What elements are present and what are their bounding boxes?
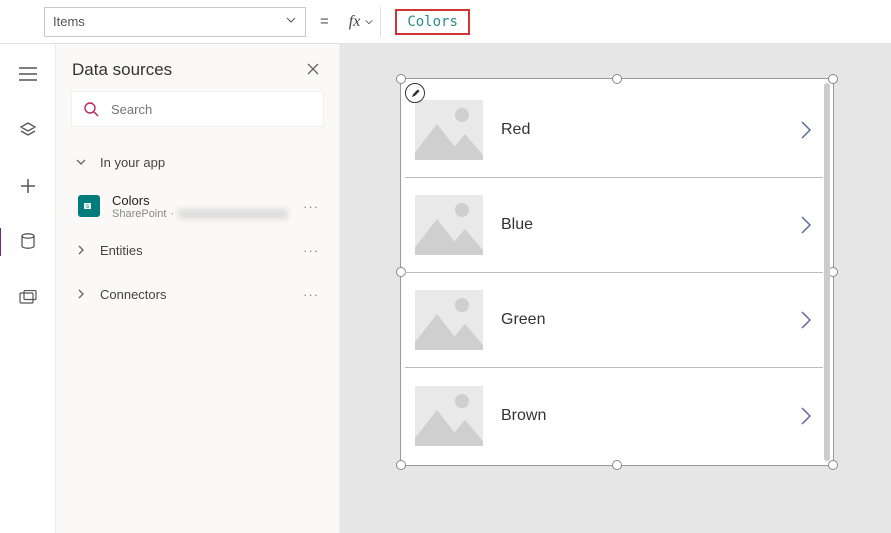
close-icon xyxy=(307,63,319,75)
formula-text: Colors xyxy=(395,9,470,35)
formula-input[interactable]: Colors xyxy=(391,7,883,37)
datasource-name: Colors xyxy=(112,193,289,208)
image-placeholder-icon xyxy=(415,195,483,255)
rail-data[interactable] xyxy=(12,226,44,258)
gallery-item[interactable]: Brown xyxy=(405,368,823,461)
section-label: In your app xyxy=(100,155,323,170)
rail-add[interactable] xyxy=(12,170,44,202)
fx-button[interactable]: fx xyxy=(343,7,382,37)
search-input[interactable] xyxy=(109,101,312,118)
more-button[interactable]: ··· xyxy=(299,287,323,302)
section-label: Entities xyxy=(100,243,289,258)
item-title: Red xyxy=(501,121,781,139)
rail-tree-view[interactable] xyxy=(12,58,44,90)
selection-handle[interactable] xyxy=(612,460,622,470)
chevron-right-icon[interactable] xyxy=(799,119,813,141)
chevron-down-icon xyxy=(364,17,374,27)
formula-bar: Items = fx Colors xyxy=(0,0,891,44)
image-placeholder-icon xyxy=(415,100,483,160)
sharepoint-icon: s xyxy=(78,195,100,217)
database-icon xyxy=(20,233,36,251)
section-connectors[interactable]: Connectors ··· xyxy=(56,272,339,316)
gallery-control[interactable]: Red Blue Green Brown xyxy=(400,78,834,466)
hamburger-icon xyxy=(19,67,37,81)
datasource-provider: SharePoint xyxy=(112,208,166,220)
media-icon xyxy=(19,290,37,306)
plus-icon xyxy=(20,178,36,194)
chevron-right-icon xyxy=(72,244,90,256)
canvas[interactable]: Red Blue Green Brown xyxy=(340,44,891,533)
layers-icon xyxy=(19,121,37,139)
data-sources-panel: Data sources In your app s xyxy=(56,44,340,533)
item-title: Blue xyxy=(501,216,781,234)
svg-text:s: s xyxy=(86,204,89,210)
search-icon xyxy=(83,101,99,117)
image-placeholder-icon xyxy=(415,386,483,446)
item-title: Brown xyxy=(501,407,781,425)
fx-icon: fx xyxy=(349,13,361,31)
close-panel-button[interactable] xyxy=(303,58,323,82)
section-in-your-app[interactable]: In your app xyxy=(56,140,339,184)
gallery-item[interactable]: Red xyxy=(405,83,823,178)
selection-handle[interactable] xyxy=(828,74,838,84)
gallery-items: Red Blue Green Brown xyxy=(405,83,823,461)
gallery-item[interactable]: Blue xyxy=(405,178,823,273)
item-title: Green xyxy=(501,311,781,329)
chevron-down-icon xyxy=(285,14,297,29)
chevron-right-icon[interactable] xyxy=(799,309,813,331)
image-placeholder-icon xyxy=(415,290,483,350)
property-selector-value: Items xyxy=(53,14,85,29)
panel-title: Data sources xyxy=(72,60,172,80)
chevron-right-icon[interactable] xyxy=(799,405,813,427)
section-entities[interactable]: Entities ··· xyxy=(56,228,339,272)
section-label: Connectors xyxy=(100,287,289,302)
more-button[interactable]: ··· xyxy=(299,199,323,214)
chevron-down-icon xyxy=(72,156,90,168)
gallery-item[interactable]: Green xyxy=(405,273,823,368)
rail-insert[interactable] xyxy=(12,114,44,146)
datasource-item-colors[interactable]: s Colors SharePoint · ··· xyxy=(56,184,339,228)
selection-handle[interactable] xyxy=(828,460,838,470)
more-button[interactable]: ··· xyxy=(299,243,323,258)
rail-media[interactable] xyxy=(12,282,44,314)
property-selector[interactable]: Items xyxy=(44,7,306,37)
pencil-icon xyxy=(410,88,421,99)
selection-handle[interactable] xyxy=(396,460,406,470)
equals-label: = xyxy=(316,13,333,30)
chevron-right-icon xyxy=(72,288,90,300)
edit-template-button[interactable] xyxy=(405,83,425,103)
left-rail xyxy=(0,44,56,533)
chevron-right-icon[interactable] xyxy=(799,214,813,236)
gallery-scrollbar[interactable] xyxy=(824,83,830,461)
search-box[interactable] xyxy=(72,92,323,126)
datasource-account-redacted xyxy=(178,209,288,219)
